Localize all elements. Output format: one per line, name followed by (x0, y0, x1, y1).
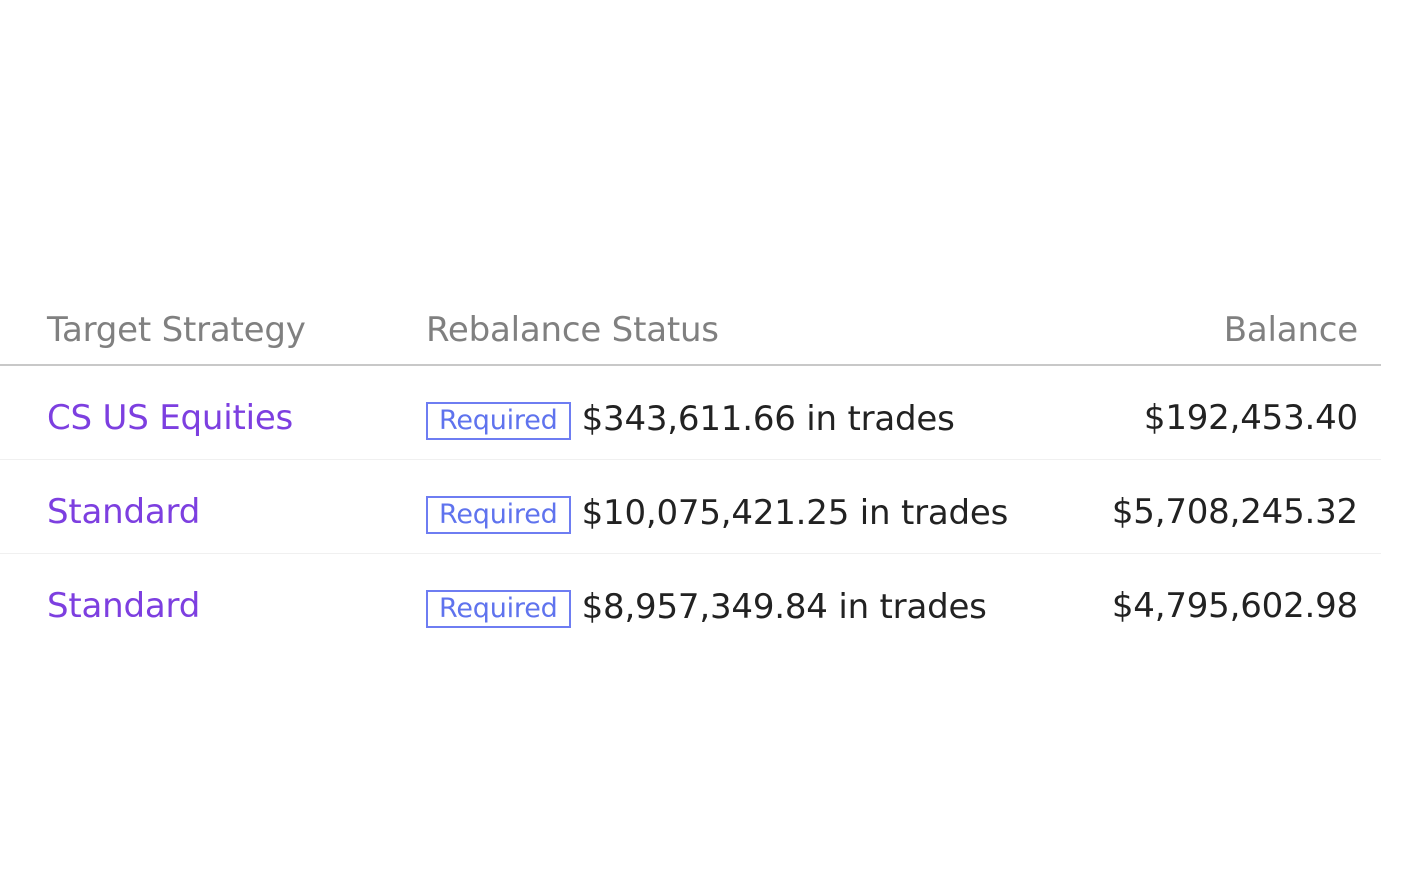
table-row[interactable]: Standard Required $8,957,349.84 in trade… (0, 554, 1381, 647)
table-header: Target Strategy Rebalance Status Balance (0, 294, 1381, 366)
rebalance-status: Required $10,075,421.25 in trades (426, 492, 1008, 534)
accounts-table: Target Strategy Rebalance Status Balance… (0, 294, 1381, 647)
column-header-balance[interactable]: Balance (1224, 310, 1358, 350)
strategy-link[interactable]: CS US Equities (47, 398, 293, 438)
balance-value: $4,795,602.98 (1111, 586, 1358, 626)
balance-value: $192,453.40 (1143, 398, 1358, 438)
column-header-target-strategy[interactable]: Target Strategy (47, 310, 306, 350)
status-badge: Required (426, 402, 571, 440)
trades-amount: $8,957,349.84 in trades (581, 587, 987, 627)
status-badge: Required (426, 590, 571, 628)
status-badge: Required (426, 496, 571, 534)
strategy-link[interactable]: Standard (47, 586, 200, 626)
strategy-link[interactable]: Standard (47, 492, 200, 532)
table-row[interactable]: CS US Equities Required $343,611.66 in t… (0, 366, 1381, 460)
trades-amount: $343,611.66 in trades (581, 399, 955, 439)
rebalance-status: Required $8,957,349.84 in trades (426, 586, 987, 628)
column-header-rebalance-status[interactable]: Rebalance Status (426, 310, 719, 350)
trades-amount: $10,075,421.25 in trades (581, 493, 1009, 533)
rebalance-status: Required $343,611.66 in trades (426, 398, 955, 440)
balance-value: $5,708,245.32 (1111, 492, 1358, 532)
table-row[interactable]: Standard Required $10,075,421.25 in trad… (0, 460, 1381, 554)
